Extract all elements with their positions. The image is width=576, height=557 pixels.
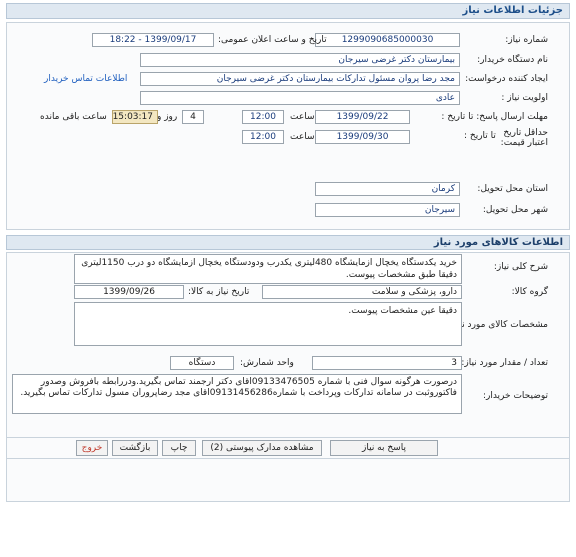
print-button[interactable]: چاپ <box>162 440 196 456</box>
priority-label: اولويت نياز : <box>501 93 548 103</box>
reply-deadline-label: مهلت ارسال پاسخ: تا تاريخ : <box>441 112 548 122</box>
buyer-notes-label: توضيحات خريدار: <box>482 391 548 401</box>
city-label: شهر محل تحويل: <box>482 205 548 215</box>
page-title: جزئيات اطلاعات نياز <box>6 3 570 19</box>
goods-section-title: اطلاعات کالاهای مورد نياز <box>6 235 570 250</box>
specs-label: مشخصات کالای مورد نياز: <box>449 320 548 330</box>
validity-date-field: 1399/09/30 <box>315 130 410 144</box>
city-field: سیرجان <box>315 203 460 217</box>
days-field: 4 <box>182 110 204 124</box>
qty-field: 3 <box>312 356 462 370</box>
unit-label: واحد شمارش: <box>240 358 294 368</box>
creator-label: ايجاد کننده درخواست: <box>465 74 548 84</box>
until-date-label: تا تاريخ : <box>464 131 496 141</box>
unit-field: دستگاه <box>170 356 234 370</box>
reply-time-label: ساعت <box>290 112 315 122</box>
specs-field: دقیقا عین مشخصات پیوست. <box>74 302 462 346</box>
remaining-time-field: 15:03:17 <box>112 110 158 124</box>
attachments-button[interactable]: مشاهده مدارک پيوستی (2) <box>202 440 322 456</box>
days-label: روز و <box>157 112 178 122</box>
priority-field: عادی <box>140 91 460 105</box>
announce-datetime-field: 1399/09/17 - 18:22 <box>92 33 214 47</box>
remaining-time-label: ساعت باقی مانده <box>40 112 107 122</box>
buyer-field: بیمارستان دکتر غرضی سیرجان <box>140 53 460 67</box>
qty-label: تعداد / مقدار مورد نياز: <box>461 358 548 368</box>
validity-time-label: ساعت <box>290 132 315 142</box>
reply-date-field: 1399/09/22 <box>315 110 410 124</box>
buyer-contact-link[interactable]: اطلاعات تماس خريدار <box>44 74 127 84</box>
buyer-label: نام دستگاه خريدار: <box>477 55 548 65</box>
buyer-notes-field: درصورت هرگونه سوال فنی با شماره 09133476… <box>12 374 462 414</box>
exit-button[interactable]: خروج <box>76 440 108 456</box>
description-field: خرید یکدستگاه یخچال ازمایشگاه 480لیتری ی… <box>74 254 462 284</box>
province-field: کرمان <box>315 182 460 196</box>
validity-time-field: 12:00 <box>242 130 284 144</box>
back-button[interactable]: بازگشت <box>112 440 158 456</box>
goods-group-label: گروه کالا: <box>511 287 548 297</box>
need-date-label: تاريخ نياز به کالا: <box>188 287 250 297</box>
goods-group-field: دارو، پزشکی و سلامت <box>262 285 462 299</box>
creator-field: مجد رضا پروان مسئول تدارکات بیمارستان دک… <box>140 72 460 86</box>
description-label: شرح کلی نياز: <box>493 262 548 272</box>
need-number-label: شماره نياز: <box>505 35 548 45</box>
need-number-field: 1299090685000030 <box>315 33 460 47</box>
reply-button[interactable]: پاسخ به نياز <box>330 440 438 456</box>
announce-label: تاريخ و ساعت اعلان عمومی: <box>218 35 327 45</box>
province-label: استان محل تحويل: <box>477 184 548 194</box>
reply-time-field: 12:00 <box>242 110 284 124</box>
need-date-field: 1399/09/26 <box>74 285 184 299</box>
